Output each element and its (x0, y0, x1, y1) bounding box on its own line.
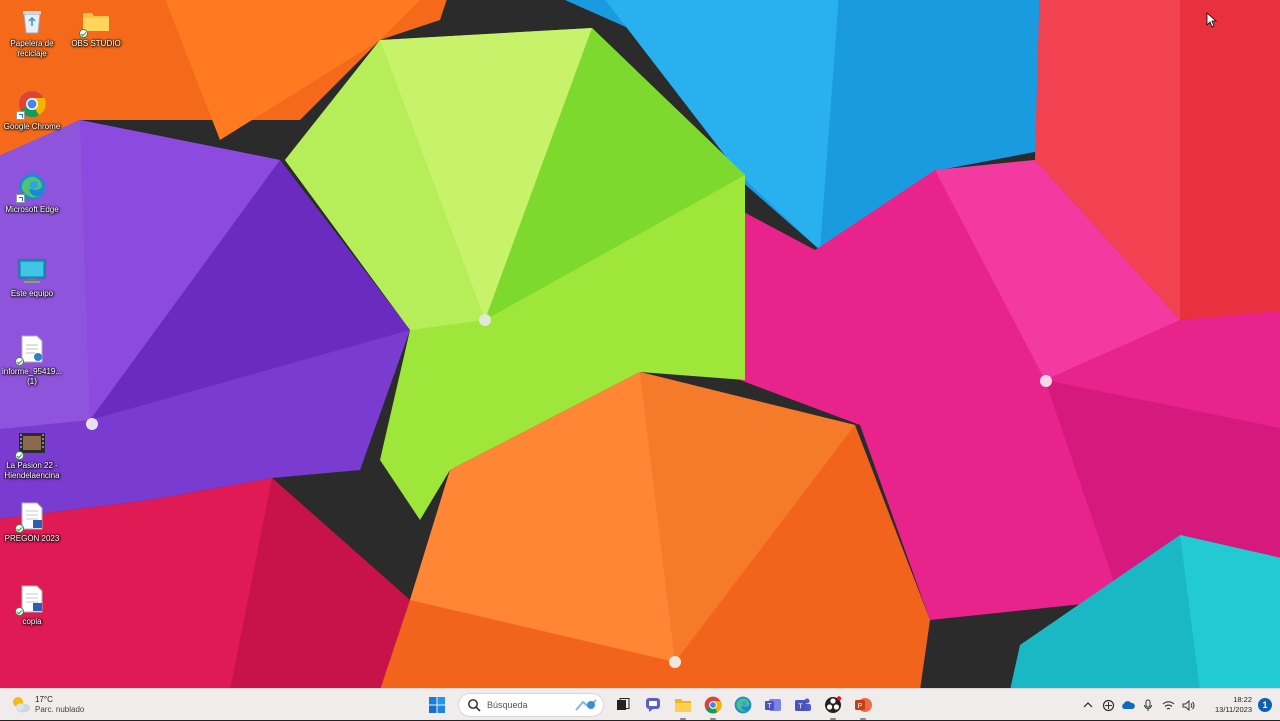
chrome-icon (704, 696, 722, 714)
clock-date: 13/11/2023 (1215, 705, 1252, 714)
folder-icon (79, 6, 111, 38)
taskbar-center: Búsqueda T T P (422, 689, 878, 721)
volume-icon (1182, 699, 1194, 711)
svg-text:T: T (798, 704, 803, 711)
desktop-wallpaper (0, 0, 1280, 688)
start-icon (429, 697, 445, 713)
obs-button[interactable] (820, 692, 846, 720)
chat-button[interactable] (640, 692, 666, 718)
shortcut-arrow-icon (16, 111, 25, 120)
weather-condition: Parc. nublado (35, 705, 85, 714)
shortcut-arrow-icon (16, 194, 25, 203)
search-placeholder: Búsqueda (487, 700, 528, 710)
desktop-icon-area: Papelera de reciclaje OBS STUDIO Google … (0, 0, 121, 688)
network-sync-icon (1102, 699, 1114, 711)
desktop-icon-pregon-2023[interactable]: PREGÓN 2023 (0, 497, 64, 573)
microphone-icon (1144, 699, 1152, 711)
desktop-icon-label: OBS STUDIO (71, 39, 121, 48)
volume-button[interactable] (1178, 695, 1198, 715)
desktop-icon-la-pasion[interactable]: La Pasion 22 - Hiendelaencina (0, 424, 64, 500)
document-icon (15, 334, 47, 366)
desktop-icon-informe[interactable]: informe_95419... (1) (0, 330, 64, 406)
sync-status-icon (15, 357, 24, 366)
desktop-icon-label: copia (22, 617, 42, 626)
partly-cloudy-icon (10, 694, 32, 716)
desktop-icon-label: Este equipo (10, 289, 54, 298)
desktop-icon-google-chrome[interactable]: Google Chrome (0, 85, 64, 161)
search-icon (468, 699, 481, 712)
desktop-icon-label: Google Chrome (3, 122, 61, 131)
sync-status-icon (15, 607, 24, 616)
video-file-icon (15, 428, 47, 460)
sync-status-icon (79, 29, 88, 38)
edge-icon (16, 172, 47, 203)
powerpoint-button[interactable]: P (850, 692, 876, 720)
teams-button[interactable]: T (790, 692, 816, 718)
desktop-icon-label: informe_95419... (1) (1, 367, 63, 386)
word-document-icon (15, 584, 47, 616)
computer-icon (17, 256, 47, 286)
teams-classic-icon: T (765, 699, 781, 711)
svg-text:T: T (767, 703, 772, 710)
chevron-up-icon (1083, 702, 1093, 708)
weather-temperature: 17°C (35, 695, 53, 704)
sync-status-icon (15, 524, 24, 533)
desktop-icon-label: La Pasion 22 - Hiendelaencina (4, 461, 60, 480)
task-view-button[interactable] (610, 692, 636, 718)
wifi-button[interactable] (1158, 695, 1178, 715)
show-hidden-icons-button[interactable] (1078, 695, 1098, 715)
desktop-icon-this-pc[interactable]: Este equipo (0, 252, 64, 328)
file-explorer-icon (675, 699, 691, 712)
sync-status-icon (15, 451, 24, 460)
mouse-cursor-icon (1206, 12, 1218, 28)
desktop-icon-label: Papelera de reciclaje (10, 39, 54, 58)
weather-widget[interactable]: 17°C Parc. nublado (10, 692, 84, 718)
desktop-icon-label: PREGÓN 2023 (4, 534, 60, 543)
powerpoint-icon: P (855, 698, 872, 712)
desktop-icon-recycle-bin[interactable]: Papelera de reciclaje (0, 2, 64, 78)
task-view-icon (617, 698, 630, 710)
desktop-icon-obs-studio[interactable]: OBS STUDIO (64, 2, 128, 78)
onedrive-icon (1122, 701, 1135, 709)
chrome-taskbar-button[interactable] (700, 692, 726, 720)
desktop-icon-label: Microsoft Edge (5, 205, 59, 214)
teams-icon: T (795, 698, 811, 711)
clock[interactable]: 18:22 13/11/2023 (1204, 695, 1252, 715)
obs-icon (825, 696, 842, 713)
taskbar: 17°C Parc. nublado Búsqueda T T P 18:22 … (0, 688, 1280, 720)
chat-icon (646, 698, 660, 712)
microphone-button[interactable] (1138, 695, 1158, 715)
edge-taskbar-button[interactable] (730, 692, 756, 718)
search-box[interactable]: Búsqueda (458, 693, 604, 717)
notification-badge[interactable]: 1 (1258, 698, 1272, 712)
chrome-icon (16, 89, 47, 120)
desktop-icon-microsoft-edge[interactable]: Microsoft Edge (0, 168, 64, 244)
network-sync-button[interactable] (1098, 695, 1118, 715)
onedrive-button[interactable] (1118, 695, 1138, 715)
svg-text:P: P (858, 703, 863, 710)
start-button[interactable] (424, 692, 450, 718)
file-explorer-button[interactable] (670, 692, 696, 720)
clock-time: 18:22 (1233, 695, 1252, 704)
search-highlight-icon (575, 699, 597, 711)
desktop-icon-copia[interactable]: copia (0, 580, 64, 656)
recycle-bin-icon (17, 6, 47, 36)
system-tray: 18:22 13/11/2023 1 (1078, 689, 1280, 721)
wifi-icon (1162, 700, 1174, 709)
word-document-icon (15, 501, 47, 533)
teams-classic-button[interactable]: T (760, 692, 786, 718)
edge-icon (734, 696, 752, 714)
